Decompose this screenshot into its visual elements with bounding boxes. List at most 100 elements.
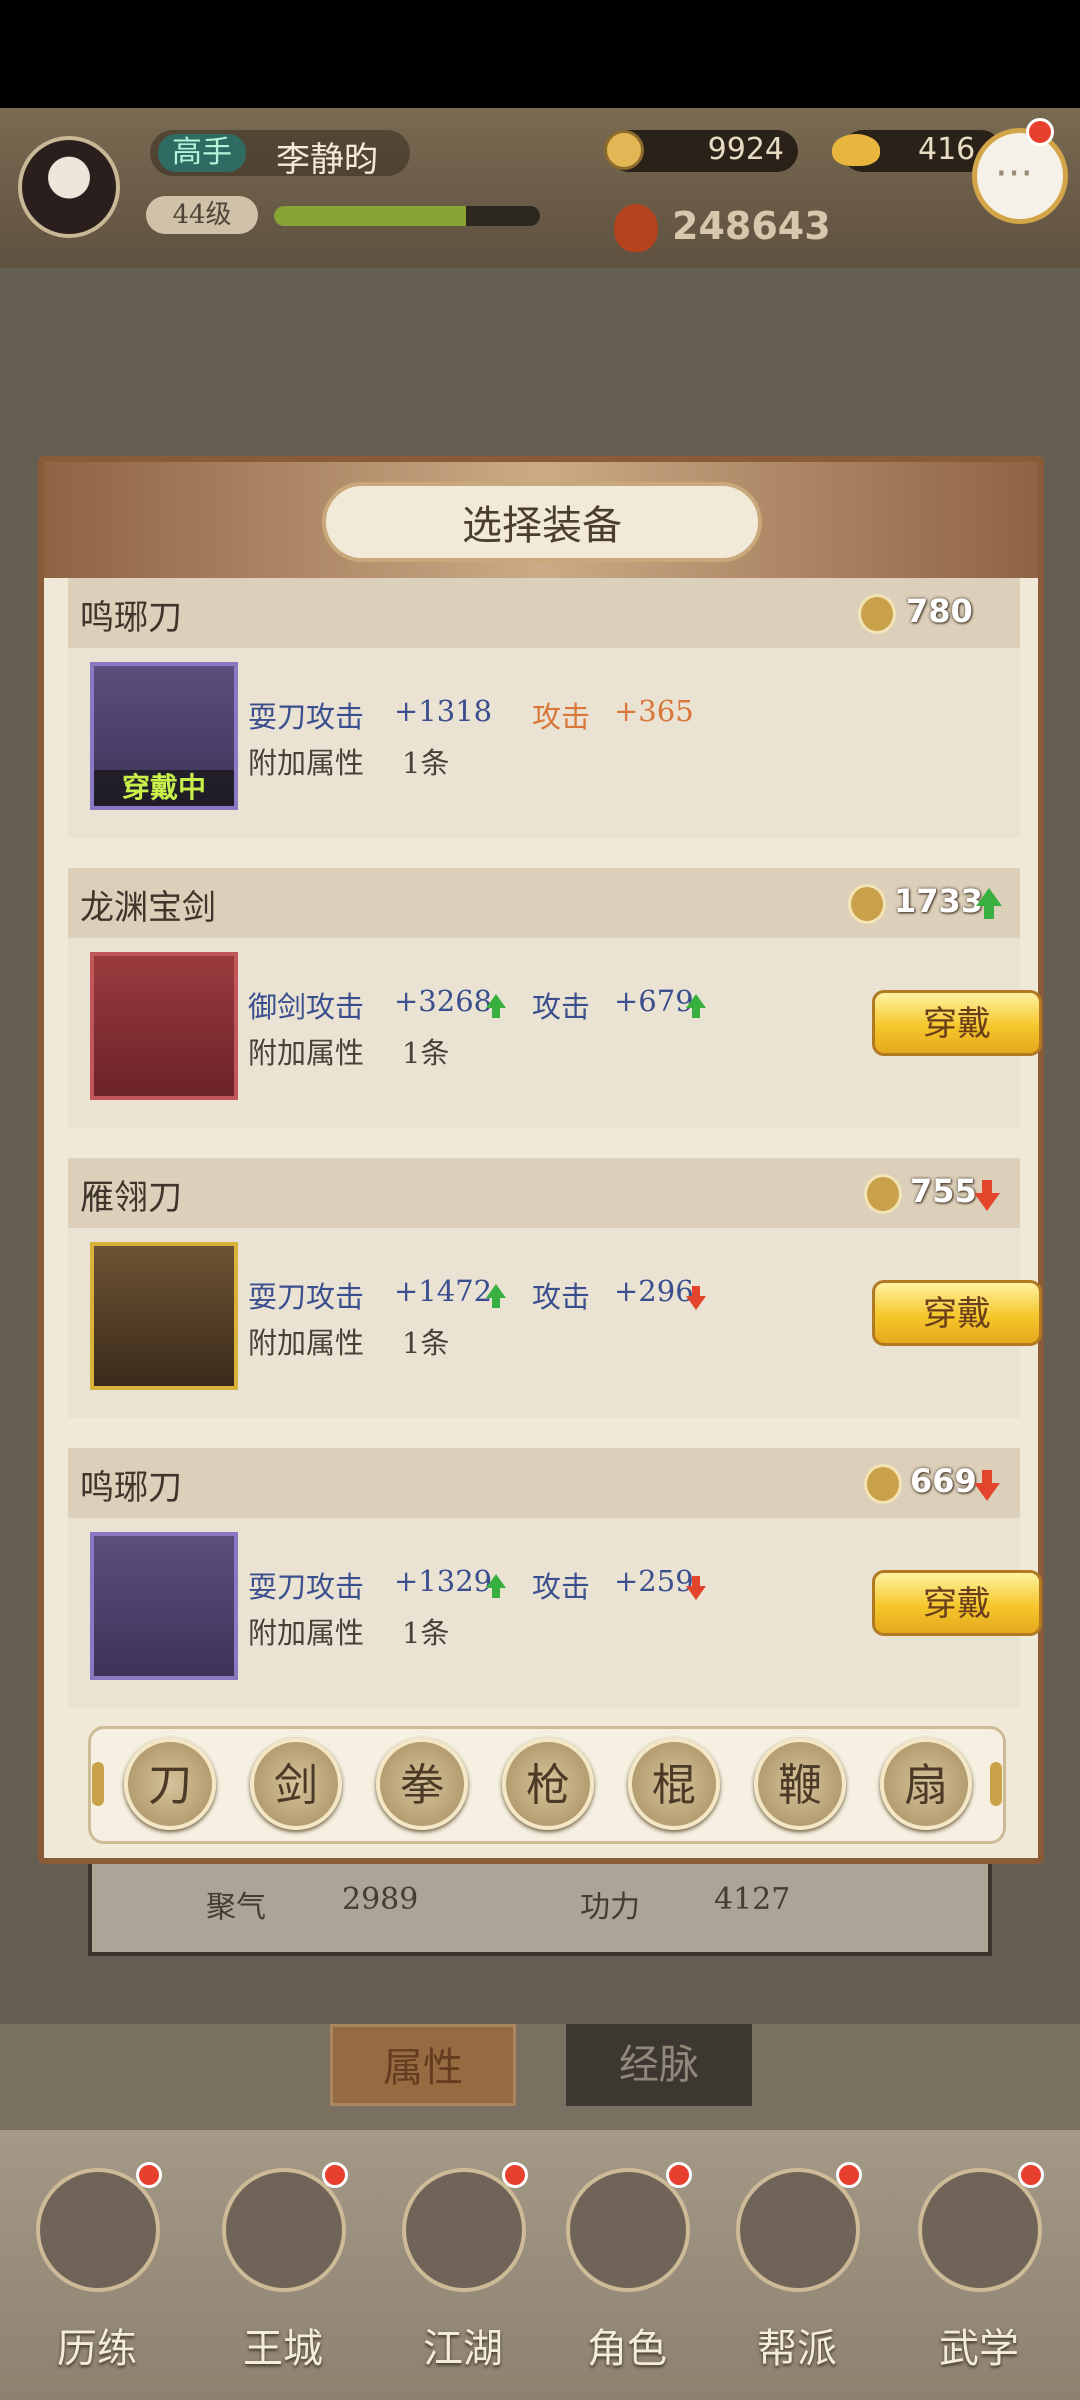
category-sword[interactable]: 剑 — [250, 1738, 342, 1830]
power-score-icon — [864, 1174, 902, 1214]
category-staff[interactable]: 棍 — [628, 1738, 720, 1830]
nav-item-guild[interactable]: 帮派 — [722, 2162, 872, 2398]
ingot-icon — [832, 134, 880, 166]
scroll-icon — [918, 2168, 1042, 2292]
jianghu-icon — [402, 2168, 526, 2292]
equipment-card: 鸣琊刀 669 耍刀攻击 +1329 攻击 +259 附加属性 1条 穿戴 — [68, 1448, 1042, 1708]
extra-attr-count: 1条 — [402, 1326, 450, 1360]
attr1-value: +1318 — [394, 694, 493, 728]
nav-label: 帮派 — [757, 2326, 837, 2372]
power-score-icon — [858, 594, 896, 634]
exp-fill — [274, 206, 466, 226]
card-body: 耍刀攻击 +1472 攻击 +296 附加属性 1条 穿戴 — [68, 1228, 1042, 1418]
equipped-tag: 穿戴中 — [94, 770, 234, 806]
attr2-value: +296 — [614, 1274, 694, 1308]
nav-label: 江湖 — [423, 2326, 503, 2372]
card-header: 雁翎刀 755 — [68, 1158, 1020, 1228]
notification-dot — [666, 2162, 692, 2188]
attr2-name: 攻击 — [532, 1280, 591, 1314]
nav-item-jianghu[interactable]: 江湖 — [388, 2162, 538, 2398]
coin-icon — [604, 130, 644, 170]
guild-icon — [736, 2168, 860, 2292]
extra-attr-label: 附加属性 — [248, 1326, 365, 1360]
power-icon — [614, 204, 658, 252]
chat-button[interactable] — [972, 128, 1068, 224]
saber-icon[interactable] — [90, 1242, 238, 1390]
blade-icon[interactable]: 穿戴中 — [90, 662, 238, 810]
card-body: 御剑攻击 +3268 攻击 +679 附加属性 1条 穿戴 — [68, 938, 1042, 1128]
item-score: 669 — [910, 1462, 977, 1500]
item-name: 龙渊宝剑 — [80, 888, 216, 928]
nav-label: 王城 — [243, 2326, 323, 2372]
notification-dot — [136, 2162, 162, 2188]
extra-attr-count: 1条 — [402, 1036, 450, 1070]
item-score: 1733 — [894, 882, 984, 920]
nav-item-character[interactable]: 角色 — [552, 2162, 702, 2398]
attr1-value: +1329 — [394, 1564, 493, 1598]
sword-icon[interactable] — [90, 952, 238, 1100]
exp-bar — [274, 206, 540, 226]
item-score: 780 — [906, 592, 973, 630]
chat-notification-dot — [1026, 118, 1054, 146]
nav-label: 武学 — [939, 2326, 1019, 2372]
player-avatar[interactable] — [18, 136, 120, 238]
nav-label: 历练 — [57, 2326, 137, 2372]
attr1-value: +3268 — [394, 984, 493, 1018]
city-icon — [222, 2168, 346, 2292]
category-whip[interactable]: 鞭 — [754, 1738, 846, 1830]
attr1-name: 耍刀攻击 — [248, 700, 365, 734]
nav-label: 角色 — [587, 2326, 667, 2372]
notification-dot — [322, 2162, 348, 2188]
level-badge: 44级 — [146, 196, 258, 234]
nav-item-training[interactable]: 历练 — [22, 2162, 172, 2398]
card-header: 鸣琊刀 669 — [68, 1448, 1020, 1518]
attr2-value: +259 — [614, 1564, 694, 1598]
attr2-value: +365 — [614, 694, 694, 728]
attr1-name: 耍刀攻击 — [248, 1570, 365, 1604]
status-bar — [0, 0, 1080, 108]
power-score-icon — [864, 1464, 902, 1504]
bar-end-ornament — [990, 1762, 1002, 1806]
modal-title: 选择装备 — [322, 482, 762, 562]
card-body: 耍刀攻击 +1329 攻击 +259 附加属性 1条 穿戴 — [68, 1518, 1042, 1708]
coin-value: 9924 — [707, 132, 784, 167]
item-name: 鸣琊刀 — [80, 1468, 182, 1508]
blade-icon[interactable] — [90, 1532, 238, 1680]
equipment-card: 鸣琊刀 780 穿戴中 耍刀攻击 +1318 攻击 +365 附加属性 1条 — [68, 578, 1020, 838]
attr2-name: 攻击 — [532, 1570, 591, 1604]
item-name: 鸣琊刀 — [80, 598, 182, 638]
player-header: 高手 李静昀 44级 9924 416 248643 — [0, 108, 1080, 268]
power-value: 248643 — [672, 204, 831, 248]
attr2-name: 攻击 — [532, 700, 591, 734]
extra-attr-label: 附加属性 — [248, 1616, 365, 1650]
equipment-card: 龙渊宝剑 1733 御剑攻击 +3268 攻击 +679 附加属性 1条 穿戴 — [68, 868, 1042, 1128]
equip-button[interactable]: 穿戴 — [872, 990, 1042, 1056]
equip-button[interactable]: 穿戴 — [872, 1570, 1042, 1636]
attr2-value: +679 — [614, 984, 694, 1018]
equipment-select-modal: 选择装备 鸣琊刀 780 穿戴中 耍刀攻击 +1318 攻击 +365 附加属性… — [38, 456, 1044, 1864]
nav-item-royal-city[interactable]: 王城 — [208, 2162, 358, 2398]
equipment-card: 雁翎刀 755 耍刀攻击 +1472 攻击 +296 附加属性 1条 穿戴 — [68, 1158, 1042, 1418]
bar-end-ornament — [92, 1762, 104, 1806]
attr1-value: +1472 — [394, 1274, 493, 1308]
card-header: 龙渊宝剑 1733 — [68, 868, 1020, 938]
player-name: 李静昀 — [276, 140, 378, 180]
training-icon — [36, 2168, 160, 2292]
category-spear[interactable]: 枪 — [502, 1738, 594, 1830]
category-blade[interactable]: 刀 — [124, 1738, 216, 1830]
extra-attr-label: 附加属性 — [248, 746, 365, 780]
item-name: 雁翎刀 — [80, 1178, 182, 1218]
notification-dot — [836, 2162, 862, 2188]
category-fan[interactable]: 扇 — [880, 1738, 972, 1830]
attr1-name: 耍刀攻击 — [248, 1280, 365, 1314]
card-header: 鸣琊刀 780 — [68, 578, 1020, 648]
notification-dot — [1018, 2162, 1044, 2188]
attr2-name: 攻击 — [532, 990, 591, 1024]
attr1-name: 御剑攻击 — [248, 990, 365, 1024]
extra-attr-count: 1条 — [402, 1616, 450, 1650]
extra-attr-count: 1条 — [402, 746, 450, 780]
category-fist[interactable]: 拳 — [376, 1738, 468, 1830]
nav-item-martial-arts[interactable]: 武学 — [904, 2162, 1054, 2398]
equip-button[interactable]: 穿戴 — [872, 1280, 1042, 1346]
item-score: 755 — [910, 1172, 977, 1210]
